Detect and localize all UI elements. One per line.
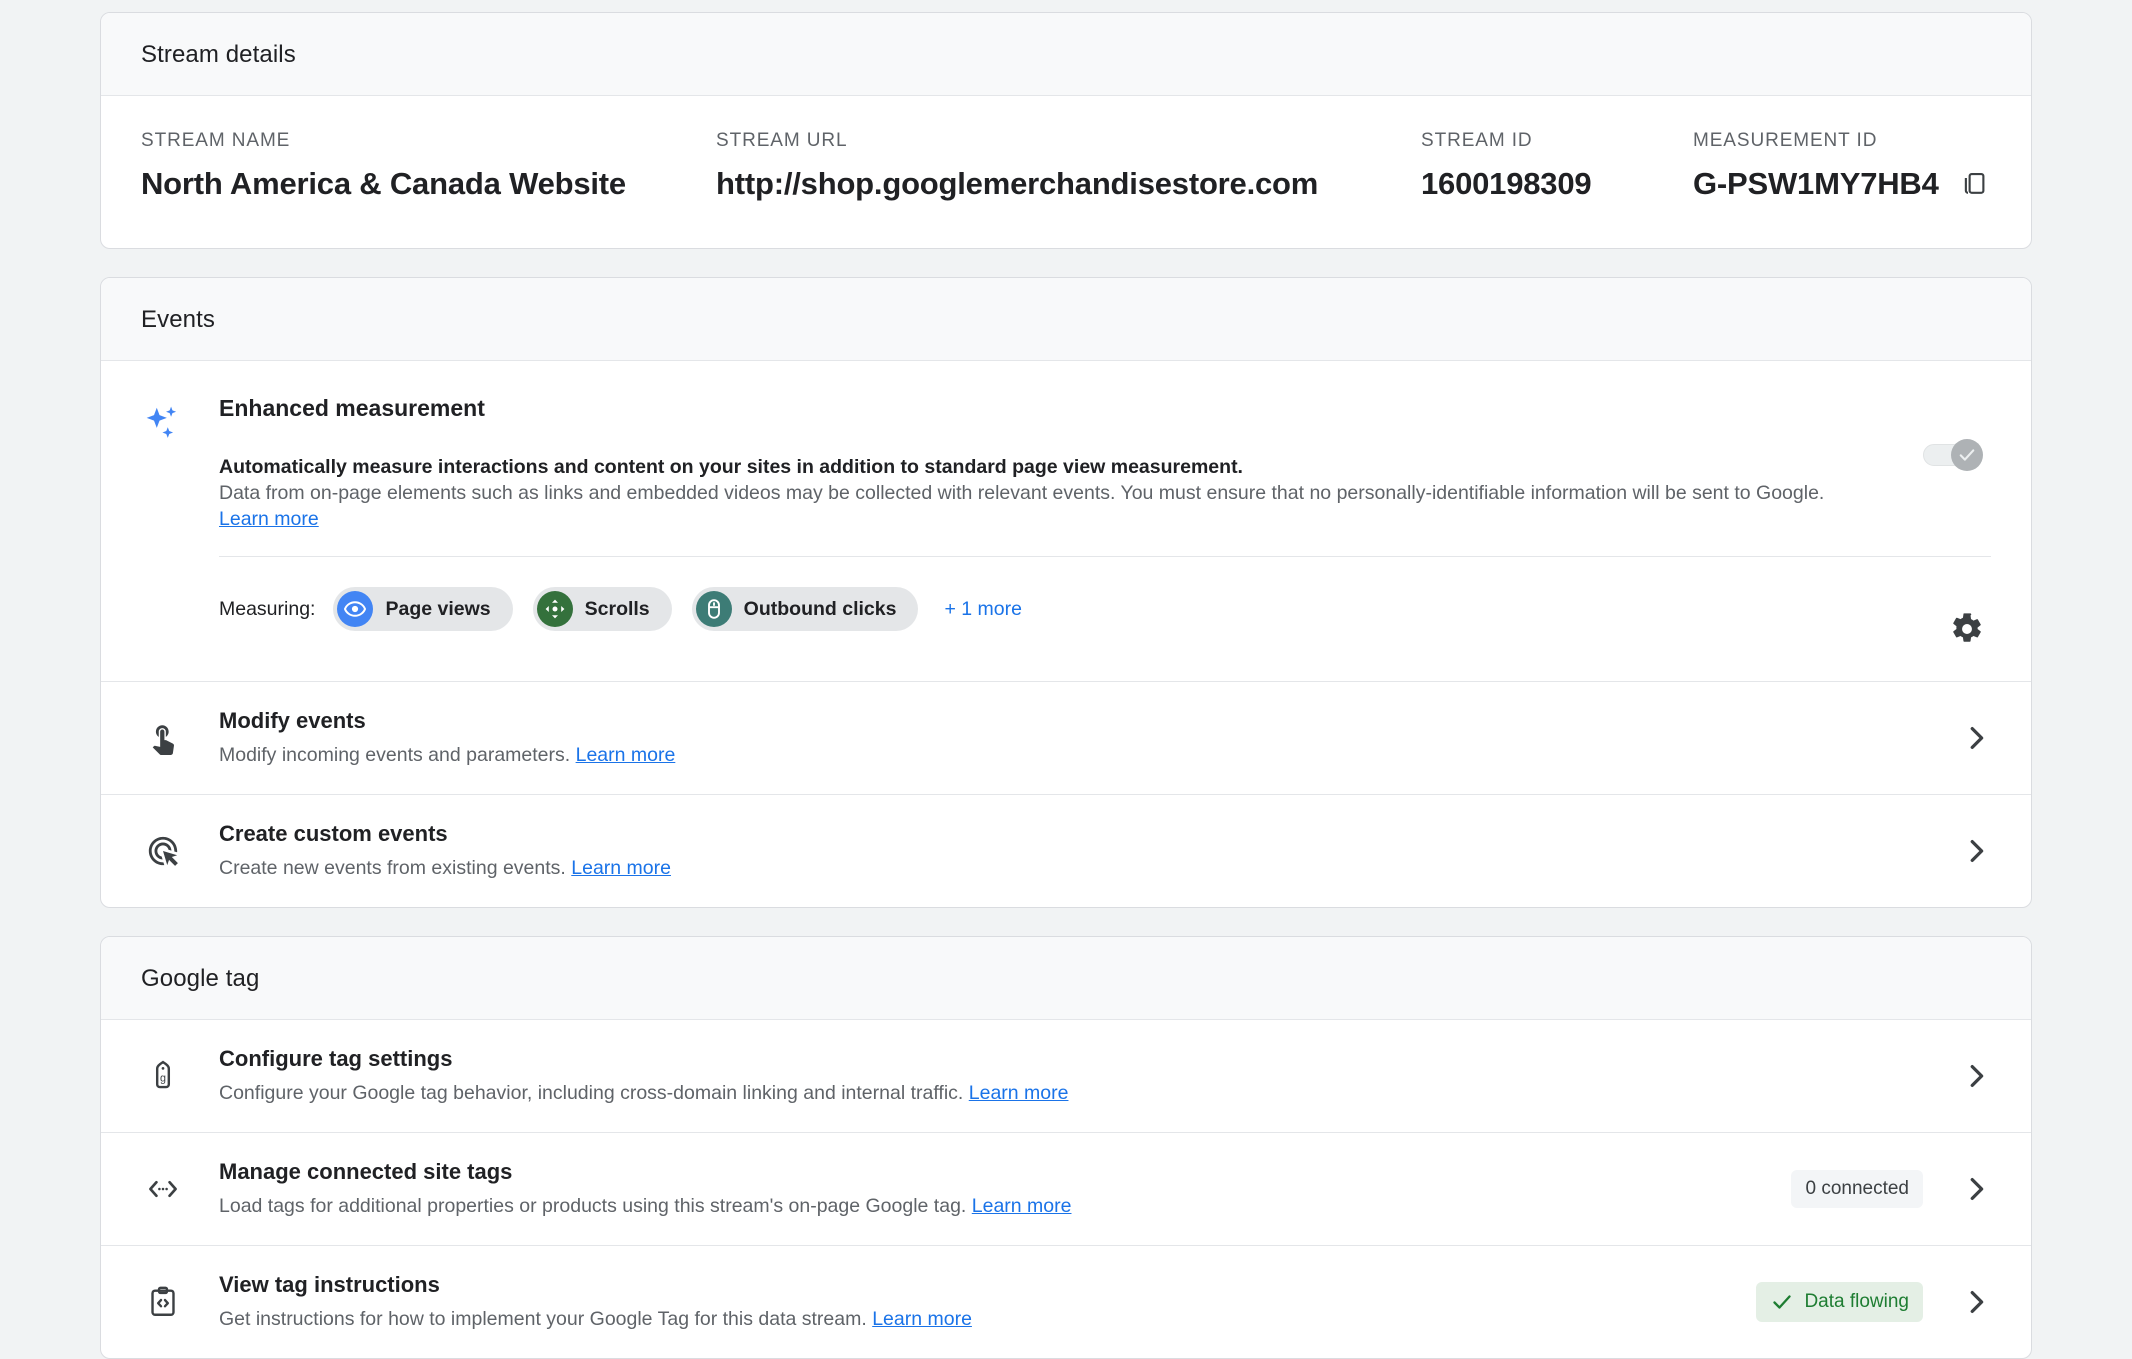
row-modify-events-title: Modify events	[219, 708, 1899, 734]
sparkle-icon	[141, 395, 187, 659]
measurement-id-label: MEASUREMENT ID	[1693, 130, 1991, 152]
row-manage-connected-site-tags-sub-text: Load tags for additional properties or p…	[219, 1195, 966, 1217]
row-create-custom-events-sub: Create new events from existing events. …	[219, 855, 1899, 881]
check-icon	[1770, 1290, 1794, 1314]
touch-app-icon	[141, 721, 185, 755]
row-modify-events-sub: Modify incoming events and parameters. L…	[219, 742, 1899, 768]
enhanced-measurement-toggle[interactable]	[1923, 439, 1983, 471]
row-manage-connected-site-tags-title: Manage connected site tags	[219, 1159, 1767, 1185]
row-configure-tag-settings-title: Configure tag settings	[219, 1046, 1899, 1072]
row-view-tag-instructions-title: View tag instructions	[219, 1272, 1732, 1298]
scroll-arrows-icon	[537, 591, 573, 627]
stream-details-card: Stream details STREAM NAME North America…	[100, 12, 2032, 249]
row-create-custom-events[interactable]: Create custom events Create new events f…	[101, 795, 2031, 907]
events-header: Events	[101, 278, 2031, 361]
mouse-icon	[696, 591, 732, 627]
stream-details-page: Stream details STREAM NAME North America…	[0, 0, 2132, 1359]
row-modify-events-right	[1923, 723, 1991, 753]
measurement-id-value: G-PSW1MY7HB4	[1693, 166, 1939, 202]
row-manage-connected-site-tags-right: 0 connected	[1791, 1170, 1991, 1208]
row-view-tag-instructions-sub: Get instructions for how to implement yo…	[219, 1306, 1732, 1332]
svg-text:g: g	[160, 1073, 166, 1085]
stream-url-label: STREAM URL	[716, 130, 1421, 152]
chevron-right-icon[interactable]	[1945, 1061, 1991, 1091]
row-configure-tag-settings-right	[1923, 1061, 1991, 1091]
chevron-right-icon[interactable]	[1945, 1174, 1991, 1204]
google-tag-icon: g	[141, 1059, 185, 1093]
stream-name-label: STREAM NAME	[141, 130, 716, 152]
row-manage-connected-site-tags[interactable]: Manage connected site tags Load tags for…	[101, 1133, 2031, 1246]
code-brackets-icon	[141, 1171, 185, 1207]
chevron-right-icon[interactable]	[1945, 723, 1991, 753]
stream-name-value: North America & Canada Website	[141, 166, 716, 202]
copy-icon[interactable]	[1957, 167, 1991, 201]
chevron-right-icon[interactable]	[1945, 836, 1991, 866]
row-create-custom-events-sub-text: Create new events from existing events.	[219, 857, 566, 879]
row-modify-events-learn-more-link[interactable]: Learn more	[576, 744, 676, 766]
stream-name-field: STREAM NAME North America & Canada Websi…	[141, 130, 716, 202]
row-configure-tag-settings-main: Configure tag settings Configure your Go…	[219, 1046, 1899, 1106]
google-tag-card: Google tag g Configure tag settings Conf…	[100, 936, 2032, 1359]
stream-url-value: http://shop.googlemerchandisestore.com	[716, 166, 1421, 202]
chip-scrolls-label: Scrolls	[585, 598, 650, 621]
ads-click-icon	[141, 834, 185, 868]
row-view-tag-instructions-main: View tag instructions Get instructions f…	[219, 1272, 1732, 1332]
measurement-id-field: MEASUREMENT ID G-PSW1MY7HB4	[1693, 130, 1991, 202]
chip-outbound-clicks[interactable]: Outbound clicks	[692, 587, 919, 631]
row-modify-events-main: Modify events Modify incoming events and…	[219, 708, 1899, 768]
chip-page-views-label: Page views	[385, 598, 490, 621]
toggle-knob	[1951, 439, 1983, 471]
row-configure-tag-settings-sub-text: Configure your Google tag behavior, incl…	[219, 1082, 963, 1104]
chevron-right-icon[interactable]	[1945, 1287, 1991, 1317]
enhanced-measurement-settings-button[interactable]	[1945, 607, 1989, 651]
enhanced-measurement-main: Enhanced measurement Automatically measu…	[219, 395, 1991, 659]
data-flowing-status-badge: Data flowing	[1756, 1282, 1923, 1322]
enhanced-measurement-learn-more-link[interactable]: Learn more	[219, 508, 319, 530]
enhanced-measurement-title: Enhanced measurement	[219, 395, 1991, 422]
stream-url-field: STREAM URL http://shop.googlemerchandise…	[716, 130, 1421, 202]
row-view-tag-instructions-sub-text: Get instructions for how to implement yo…	[219, 1308, 867, 1330]
enhanced-measurement-desc-strong: Automatically measure interactions and c…	[219, 454, 1991, 480]
stream-id-field: STREAM ID 1600198309	[1421, 130, 1693, 202]
chip-page-views[interactable]: Page views	[333, 587, 512, 631]
row-configure-tag-settings[interactable]: g Configure tag settings Configure your …	[101, 1020, 2031, 1133]
chip-scrolls[interactable]: Scrolls	[533, 587, 672, 631]
row-configure-tag-settings-sub: Configure your Google tag behavior, incl…	[219, 1080, 1899, 1106]
enhanced-measurement-block: Enhanced measurement Automatically measu…	[101, 361, 2031, 682]
connected-count-badge: 0 connected	[1791, 1170, 1923, 1208]
measuring-row: Measuring: Page views	[219, 557, 1991, 659]
row-configure-tag-settings-learn-more-link[interactable]: Learn more	[969, 1082, 1069, 1104]
events-card: Events Enhanced measurement Automaticall…	[100, 277, 2032, 908]
row-create-custom-events-learn-more-link[interactable]: Learn more	[571, 857, 671, 879]
enhanced-measurement-desc: Data from on-page elements such as links…	[219, 480, 1991, 506]
enhanced-measurement-learn-more-wrap: Learn more	[219, 506, 1991, 532]
data-flowing-status-label: Data flowing	[1804, 1291, 1909, 1313]
row-create-custom-events-right	[1923, 836, 1991, 866]
row-manage-connected-site-tags-main: Manage connected site tags Load tags for…	[219, 1159, 1767, 1219]
row-view-tag-instructions[interactable]: View tag instructions Get instructions f…	[101, 1246, 2031, 1358]
row-manage-connected-site-tags-sub: Load tags for additional properties or p…	[219, 1193, 1767, 1219]
row-manage-connected-site-tags-learn-more-link[interactable]: Learn more	[972, 1195, 1072, 1217]
stream-details-header: Stream details	[101, 13, 2031, 96]
measuring-more-link[interactable]: + 1 more	[944, 598, 1022, 621]
row-modify-events[interactable]: Modify events Modify incoming events and…	[101, 682, 2031, 795]
stream-id-value: 1600198309	[1421, 166, 1693, 202]
row-view-tag-instructions-right: Data flowing	[1756, 1282, 1991, 1322]
row-create-custom-events-title: Create custom events	[219, 821, 1899, 847]
row-view-tag-instructions-learn-more-link[interactable]: Learn more	[872, 1308, 972, 1330]
google-tag-header: Google tag	[101, 937, 2031, 1020]
stream-details-body: STREAM NAME North America & Canada Websi…	[101, 96, 2031, 248]
eye-icon	[337, 591, 373, 627]
measurement-id-row: G-PSW1MY7HB4	[1693, 166, 1991, 202]
integration-instructions-icon	[141, 1285, 185, 1319]
stream-id-label: STREAM ID	[1421, 130, 1693, 152]
chip-outbound-clicks-label: Outbound clicks	[744, 598, 897, 621]
row-create-custom-events-main: Create custom events Create new events f…	[219, 821, 1899, 881]
row-modify-events-sub-text: Modify incoming events and parameters.	[219, 744, 570, 766]
measuring-label: Measuring:	[219, 598, 315, 621]
